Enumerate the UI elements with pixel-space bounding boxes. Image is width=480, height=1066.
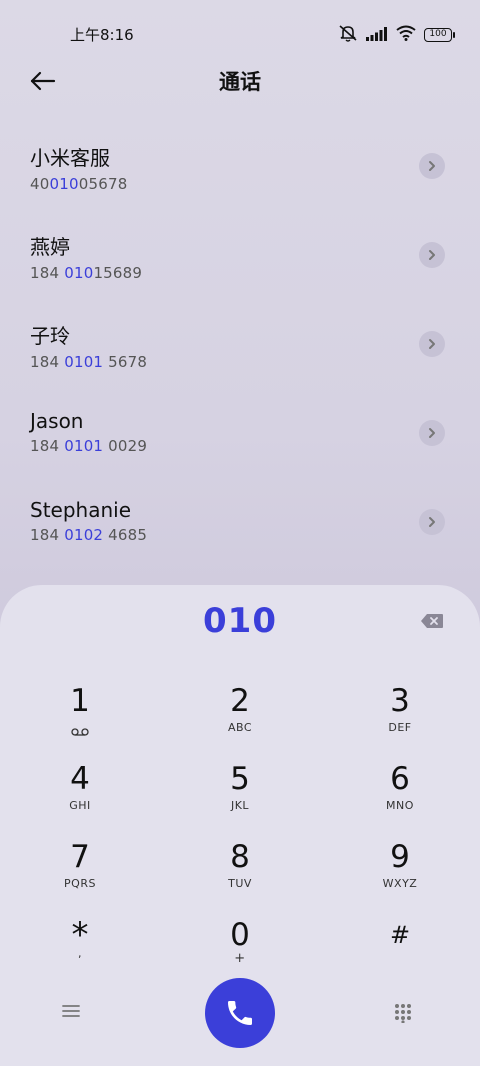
key-digit: 5	[230, 761, 250, 797]
key-letters: TUV	[228, 877, 252, 890]
voicemail-icon	[71, 721, 89, 740]
key-digit: 4	[70, 761, 90, 797]
header: 通话	[0, 56, 480, 106]
chevron-right-icon	[429, 517, 435, 527]
key-letters: MNO	[386, 799, 414, 812]
contact-item[interactable]: Stephanie 184 0102 4685	[0, 486, 480, 575]
key-digit: 1	[70, 683, 90, 719]
key-letters: WXYZ	[382, 877, 418, 890]
key-digit: 0	[230, 917, 250, 953]
key-7[interactable]: 7 PQRS	[0, 839, 160, 917]
key-3[interactable]: 3 DEF	[320, 683, 480, 761]
key-letters: JKL	[230, 799, 250, 812]
keypad-toggle-button[interactable]	[394, 1003, 414, 1025]
contact-details-button[interactable]	[419, 331, 445, 357]
backspace-icon	[421, 614, 443, 628]
key-letters: GHI	[69, 799, 91, 812]
contact-number: 184 0101 0029	[30, 437, 148, 455]
contact-number: 184 01015689	[30, 264, 143, 282]
contact-number: 184 0101 5678	[30, 353, 148, 371]
contact-item[interactable]: 子玲 184 0101 5678	[0, 308, 480, 397]
dialpad-icon	[395, 1004, 411, 1024]
key-9[interactable]: 9 WXYZ	[320, 839, 480, 917]
menu-icon	[62, 1005, 80, 1017]
contact-name: 子玲	[30, 324, 70, 348]
key-letters: PQRS	[64, 877, 96, 890]
key-4[interactable]: 4 GHI	[0, 761, 160, 839]
dialer-bottom-bar	[0, 975, 480, 1055]
contact-details-button[interactable]	[419, 242, 445, 268]
key-letters: +	[234, 951, 246, 966]
key-2[interactable]: 2 ABC	[160, 683, 320, 761]
key-1[interactable]: 1	[0, 683, 160, 761]
contact-name: 燕婷	[30, 235, 70, 259]
contact-item[interactable]: 小米客服 4001005678	[0, 130, 480, 219]
wifi-icon	[396, 25, 416, 45]
chevron-right-icon	[429, 428, 435, 438]
contact-number: 4001005678	[30, 175, 128, 193]
menu-button[interactable]	[62, 1003, 86, 1025]
key-digit: 9	[390, 839, 410, 875]
chevron-right-icon	[429, 161, 435, 171]
phone-icon	[228, 1001, 252, 1025]
contact-name: Stephanie	[30, 498, 132, 522]
key-letters: DEF	[388, 721, 412, 734]
signal-icon	[366, 26, 388, 45]
key-digit: 8	[230, 839, 250, 875]
chevron-right-icon	[429, 339, 435, 349]
contact-details-button[interactable]	[419, 420, 445, 446]
dialed-number: 010	[203, 601, 277, 641]
keypad: 1 2 ABC 3 DEF 4 GHI 5 JKL 6 MNO 7 PQRS 8…	[0, 683, 480, 995]
contact-item[interactable]: 燕婷 184 01015689	[0, 219, 480, 308]
contact-number: 184 0102 4685	[30, 526, 148, 544]
chevron-right-icon	[429, 250, 435, 260]
key-digit: 2	[230, 683, 250, 719]
call-button[interactable]	[205, 978, 275, 1048]
key-letters: ,	[78, 947, 82, 960]
contact-results-list: 小米客服 4001005678 燕婷 184 01015689 子玲 184 0…	[0, 130, 480, 575]
dialer-panel: 010 1 2 ABC 3 DEF 4 GHI 5 JKL 6 MNO 7 PQ…	[0, 585, 480, 1066]
muted-bell-icon	[338, 24, 358, 46]
key-digit: #	[389, 921, 411, 949]
battery-icon: 100	[424, 28, 455, 42]
contact-details-button[interactable]	[419, 153, 445, 179]
backspace-button[interactable]	[420, 613, 444, 631]
status-time: 上午8:16	[70, 26, 134, 44]
contact-name: Jason	[30, 409, 84, 433]
contact-item[interactable]: Jason 184 0101 0029	[0, 397, 480, 486]
contact-name: 小米客服	[30, 146, 110, 170]
key-digit: 7	[70, 839, 90, 875]
contact-details-button[interactable]	[419, 509, 445, 535]
key-digit: 3	[390, 683, 410, 719]
key-digit: 6	[390, 761, 410, 797]
key-8[interactable]: 8 TUV	[160, 839, 320, 917]
page-title: 通话	[219, 70, 261, 94]
key-5[interactable]: 5 JKL	[160, 761, 320, 839]
status-icons: 100	[338, 24, 455, 46]
key-6[interactable]: 6 MNO	[320, 761, 480, 839]
key-letters: ABC	[227, 721, 253, 734]
